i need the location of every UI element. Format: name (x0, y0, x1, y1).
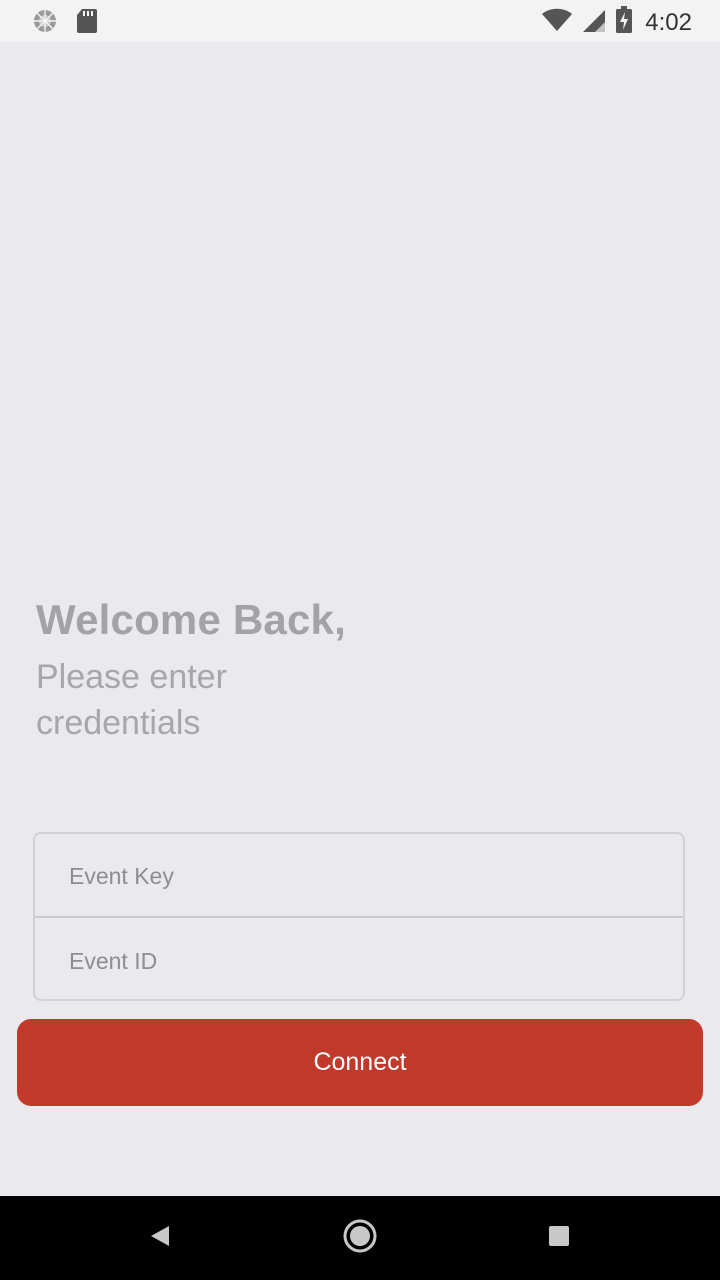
event-id-input[interactable] (35, 919, 683, 999)
status-bar: 4:02 (0, 0, 720, 42)
connect-button[interactable]: Connect (17, 1019, 703, 1106)
home-icon (342, 1218, 378, 1259)
welcome-title: Welcome Back, (36, 596, 346, 643)
sync-icon (32, 8, 58, 39)
navigation-bar (0, 1196, 720, 1280)
welcome-subtitle: Please enter credentials (36, 658, 227, 742)
wifi-icon (541, 7, 573, 38)
status-bar-right: 4:02 (541, 6, 692, 39)
back-icon (147, 1223, 173, 1254)
battery-charging-icon (615, 6, 633, 39)
status-time: 4:02 (645, 8, 692, 36)
cell-signal-icon (581, 7, 607, 38)
credentials-form (33, 832, 685, 1001)
back-button[interactable] (136, 1214, 184, 1262)
form-divider (35, 916, 683, 918)
recents-button[interactable] (535, 1214, 583, 1262)
sd-card-icon (76, 8, 98, 39)
recents-icon (547, 1224, 571, 1253)
status-bar-left (32, 8, 98, 39)
home-button[interactable] (336, 1214, 384, 1262)
event-key-input[interactable] (35, 834, 683, 918)
